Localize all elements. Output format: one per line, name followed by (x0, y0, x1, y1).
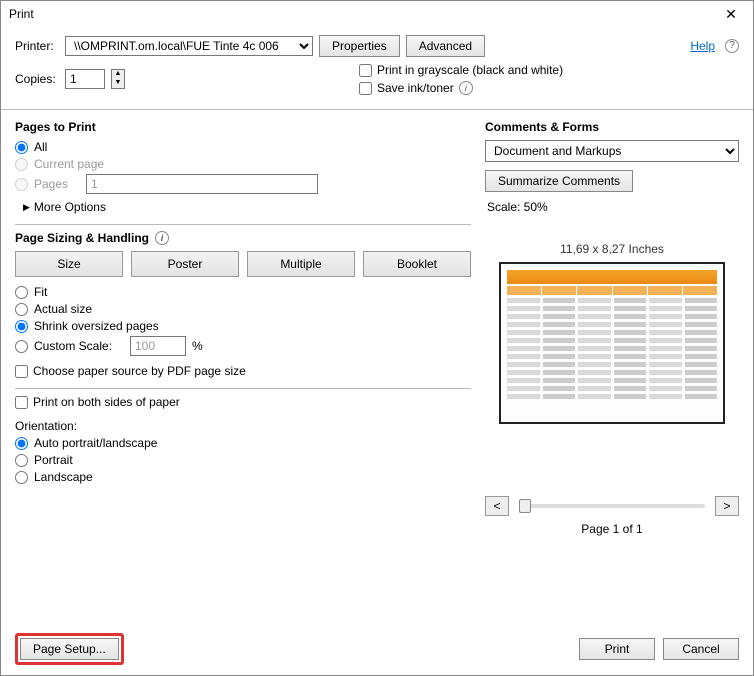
auto-orient-label: Auto portrait/landscape (34, 436, 157, 450)
custom-scale-input (130, 336, 186, 356)
landscape-label: Landscape (34, 470, 93, 484)
size-button[interactable]: Size (15, 251, 123, 277)
shrink-label: Shrink oversized pages (34, 319, 159, 333)
auto-orient-radio[interactable] (15, 437, 28, 450)
help-icon[interactable]: ? (725, 39, 739, 53)
orientation-title: Orientation: (15, 419, 471, 433)
cancel-button[interactable]: Cancel (663, 638, 739, 660)
dimensions-label: 11,69 x 8,27 Inches (485, 242, 739, 256)
chevron-right-icon: ▶ (23, 202, 30, 213)
page-slider[interactable] (519, 504, 705, 508)
custom-scale-radio[interactable] (15, 340, 28, 353)
multiple-button[interactable]: Multiple (247, 251, 355, 277)
poster-button[interactable]: Poster (131, 251, 239, 277)
copies-input[interactable] (65, 69, 105, 89)
copies-spinner[interactable]: ▲▼ (111, 69, 125, 89)
percent-label: % (192, 339, 203, 353)
more-options-label: More Options (34, 200, 106, 214)
comments-forms-title: Comments & Forms (485, 120, 739, 134)
comments-forms-select[interactable]: Document and Markups (485, 140, 739, 162)
print-preview (499, 262, 725, 424)
saveink-label: Save ink/toner (377, 81, 454, 95)
booklet-button[interactable]: Booklet (363, 251, 471, 277)
info-icon[interactable]: i (459, 81, 473, 95)
current-radio (15, 158, 28, 171)
print-button[interactable]: Print (579, 638, 655, 660)
pages-input (86, 174, 318, 194)
all-label: All (34, 140, 47, 154)
grayscale-checkbox[interactable] (359, 64, 372, 77)
window-title: Print (9, 7, 717, 21)
pages-to-print-title: Pages to Print (15, 120, 471, 134)
actual-label: Actual size (34, 302, 92, 316)
pages-label: Pages (34, 177, 80, 191)
duplex-checkbox[interactable] (15, 396, 28, 409)
printer-select[interactable]: \\OMPRINT.om.local\FUE Tinte 4c 006 (65, 36, 313, 56)
scale-readout: Scale: 50% (487, 200, 739, 214)
fit-label: Fit (34, 285, 47, 299)
shrink-radio[interactable] (15, 320, 28, 333)
properties-button[interactable]: Properties (319, 35, 400, 57)
prev-page-button[interactable]: < (485, 496, 509, 516)
info-icon[interactable]: i (155, 231, 169, 245)
help-link[interactable]: Help (690, 39, 715, 53)
page-indicator: Page 1 of 1 (485, 522, 739, 536)
grayscale-label: Print in grayscale (black and white) (377, 63, 563, 77)
portrait-label: Portrait (34, 453, 73, 467)
sizing-title: Page Sizing & Handling (15, 231, 149, 245)
pages-radio (15, 178, 28, 191)
landscape-radio[interactable] (15, 471, 28, 484)
portrait-radio[interactable] (15, 454, 28, 467)
choose-paper-checkbox[interactable] (15, 365, 28, 378)
choose-paper-label: Choose paper source by PDF page size (33, 364, 246, 378)
custom-scale-label: Custom Scale: (34, 339, 124, 353)
fit-radio[interactable] (15, 286, 28, 299)
more-options-toggle[interactable]: ▶ More Options (23, 200, 471, 214)
current-label: Current page (34, 157, 104, 171)
summarize-comments-button[interactable]: Summarize Comments (485, 170, 633, 192)
all-radio[interactable] (15, 141, 28, 154)
printer-label: Printer: (15, 39, 59, 53)
close-button[interactable]: ✕ (717, 6, 745, 23)
advanced-button[interactable]: Advanced (406, 35, 485, 57)
saveink-checkbox[interactable] (359, 82, 372, 95)
duplex-label: Print on both sides of paper (33, 395, 180, 409)
copies-label: Copies: (15, 72, 59, 86)
next-page-button[interactable]: > (715, 496, 739, 516)
page-setup-button[interactable]: Page Setup... (20, 638, 119, 660)
actual-radio[interactable] (15, 303, 28, 316)
